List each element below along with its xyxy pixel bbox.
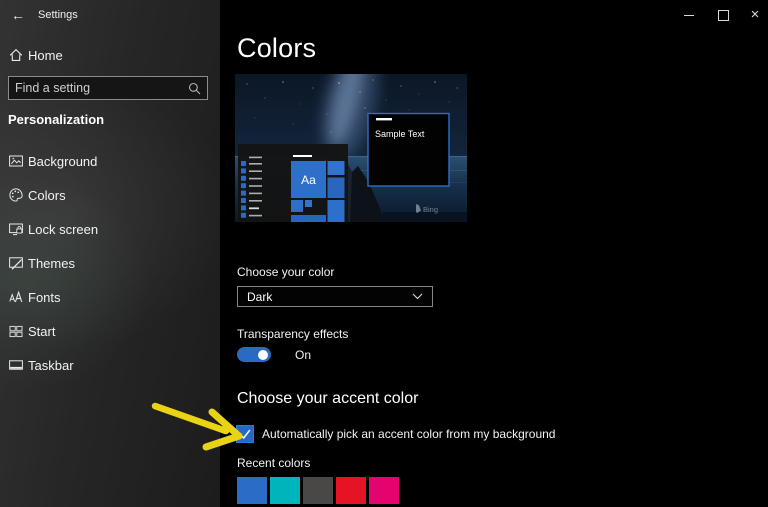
- preview-sample-window: Sample Text: [368, 114, 449, 187]
- sidebar-item-fonts[interactable]: Fonts: [0, 286, 220, 320]
- recent-colors-row: [237, 477, 399, 504]
- sidebar-section-title: Personalization: [8, 112, 104, 127]
- app-title: Settings: [38, 9, 78, 21]
- transparency-state: On: [295, 348, 311, 362]
- sidebar-item-label: Fonts: [28, 290, 61, 305]
- sidebar-item-label: Home: [28, 48, 63, 63]
- transparency-toggle[interactable]: [237, 347, 271, 362]
- auto-accent-checkbox-label: Automatically pick an accent color from …: [262, 427, 555, 441]
- titlebar: ← Settings: [0, 0, 220, 30]
- search-input[interactable]: [9, 81, 188, 95]
- sidebar-item-start[interactable]: Start: [0, 320, 220, 354]
- sidebar-item-label: Taskbar: [28, 358, 74, 373]
- accent-color-heading: Choose your accent color: [237, 390, 418, 408]
- choose-color-label: Choose your color: [237, 265, 334, 279]
- sidebar-item-lock-screen[interactable]: Lock screen: [0, 218, 220, 252]
- close-button[interactable]: ×: [748, 8, 762, 22]
- sidebar-nav: Background Colors: [0, 150, 220, 388]
- themes-icon: [8, 255, 24, 271]
- recent-color-swatch-blue[interactable]: [237, 477, 267, 504]
- checkmark-icon: [238, 427, 252, 441]
- search-box[interactable]: [8, 76, 208, 100]
- colors-settings-panel: × Colors: [220, 0, 768, 507]
- sidebar-item-home[interactable]: Home: [0, 44, 220, 68]
- preview-sample-text: Sample Text: [375, 129, 425, 139]
- bing-watermark-text: Bing: [423, 205, 438, 214]
- home-icon: [8, 47, 24, 63]
- transparency-label: Transparency effects: [237, 327, 348, 341]
- sidebar-item-label: Colors: [28, 188, 66, 203]
- sidebar-item-colors[interactable]: Colors: [0, 184, 220, 218]
- recent-color-swatch-red[interactable]: [336, 477, 366, 504]
- recent-color-swatch-magenta[interactable]: [369, 477, 399, 504]
- minimize-button[interactable]: [682, 8, 696, 22]
- fonts-icon: [8, 289, 24, 305]
- recent-color-swatch-teal[interactable]: [270, 477, 300, 504]
- sidebar-item-label: Background: [28, 154, 97, 169]
- color-mode-value: Dark: [247, 290, 272, 304]
- sidebar-item-themes[interactable]: Themes: [0, 252, 220, 286]
- recent-color-swatch-gray[interactable]: [303, 477, 333, 504]
- taskbar-icon: [8, 357, 24, 373]
- sidebar-item-background[interactable]: Background: [0, 150, 220, 184]
- search-icon[interactable]: [188, 82, 201, 95]
- background-image-icon: [8, 153, 24, 169]
- recent-colors-label: Recent colors: [237, 456, 310, 470]
- preview-aa-tile-label: Aa: [301, 173, 316, 187]
- settings-sidebar: ← Settings Home Personalization: [0, 0, 220, 507]
- window-controls: ×: [648, 0, 768, 28]
- sidebar-item-label: Lock screen: [28, 222, 98, 237]
- sidebar-item-taskbar[interactable]: Taskbar: [0, 354, 220, 388]
- start-tiles-icon: [8, 323, 24, 339]
- lock-screen-icon: [8, 221, 24, 237]
- auto-accent-checkbox[interactable]: [236, 425, 254, 443]
- back-button[interactable]: ←: [8, 6, 28, 24]
- preview-start-menu: Aa: [238, 144, 348, 222]
- maximize-button[interactable]: [716, 8, 730, 22]
- sidebar-item-label: Themes: [28, 256, 75, 271]
- auto-accent-checkbox-row[interactable]: Automatically pick an accent color from …: [236, 425, 555, 443]
- page-title: Colors: [237, 33, 316, 64]
- toggle-knob: [258, 350, 268, 360]
- sidebar-item-label: Start: [28, 324, 55, 339]
- color-palette-icon: [8, 187, 24, 203]
- color-mode-dropdown[interactable]: Dark: [237, 286, 433, 307]
- theme-preview-image: Bing Aa: [235, 74, 467, 222]
- chevron-down-icon: [412, 293, 423, 300]
